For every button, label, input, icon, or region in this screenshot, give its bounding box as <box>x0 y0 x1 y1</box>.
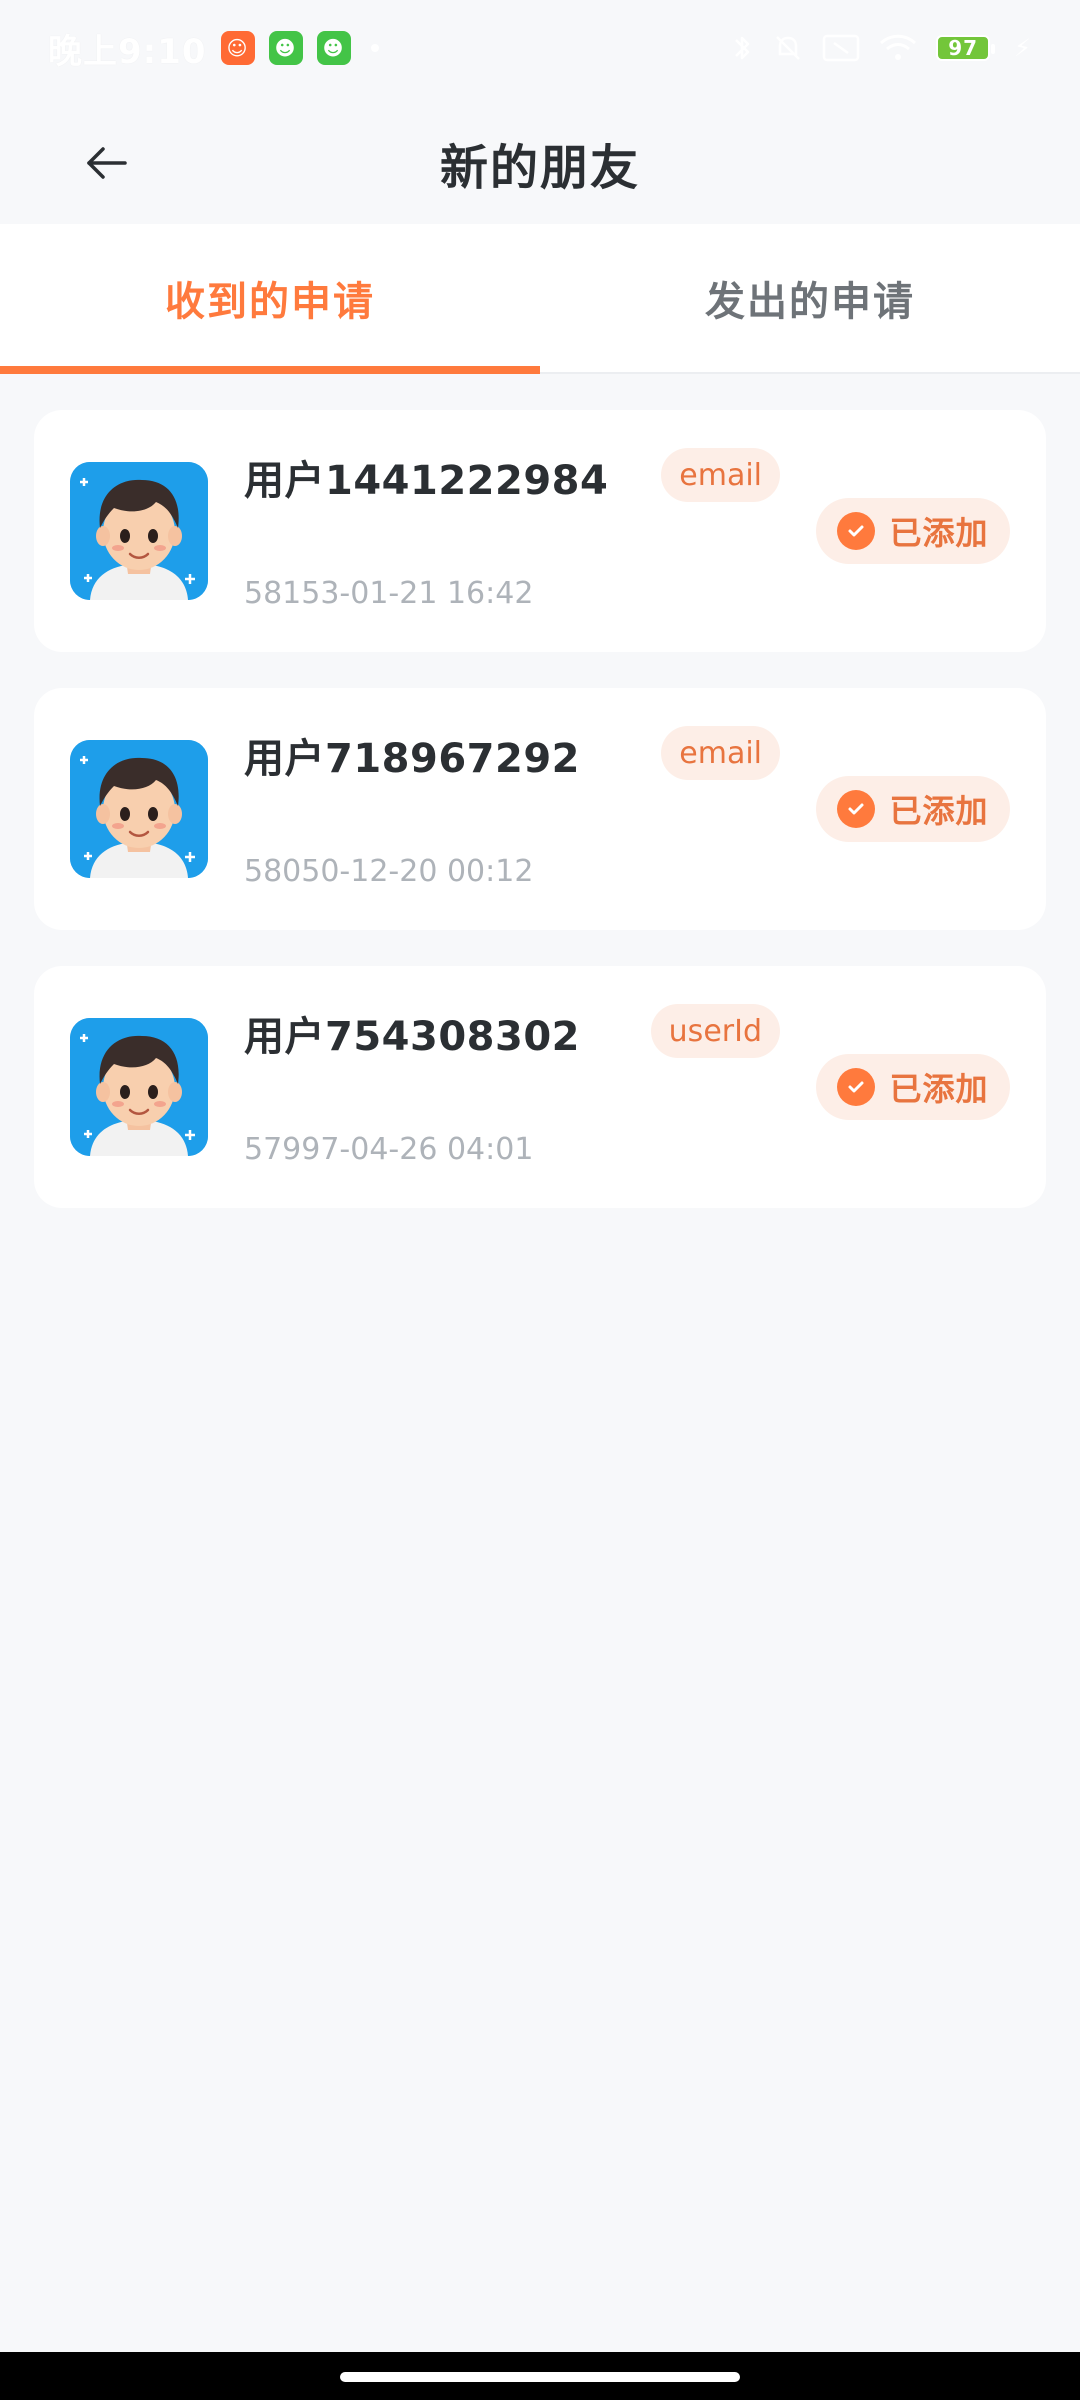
source-tag: userId <box>650 1004 780 1058</box>
request-time: 57997-04-26 04:01 <box>244 1132 534 1167</box>
page-title: 新的朋友 <box>439 140 640 196</box>
notification-app-icon: ☻ <box>316 31 351 65</box>
user-name: 用户754308302 <box>244 1014 580 1060</box>
avatar <box>70 1018 208 1156</box>
charging-icon: ⚡ <box>1014 34 1032 62</box>
request-tabs: 收到的申请 发出的申请 <box>0 224 1080 374</box>
more-notifications-dot <box>370 44 379 52</box>
list-item[interactable]: 用户754308302 userId 57997-04-26 04:01 已添加 <box>34 966 1046 1208</box>
list-item[interactable]: 用户718967292 email 58050-12-20 00:12 已添加 <box>34 688 1046 930</box>
source-tag: email <box>661 448 780 502</box>
avatar-image <box>70 740 208 878</box>
check-circle-icon <box>837 1068 876 1106</box>
tab-received-requests[interactable]: 收到的申请 <box>0 224 540 374</box>
status-left: 晚上9:10 ☺ ☻ ☻ <box>48 24 379 73</box>
added-status-button[interactable]: 已添加 <box>816 498 1010 564</box>
request-time: 58050-12-20 00:12 <box>244 854 534 889</box>
added-label: 已添加 <box>889 514 989 552</box>
user-name: 用户1441222984 <box>244 458 609 504</box>
user-name: 用户718967292 <box>244 736 580 782</box>
status-time: 晚上9:10 <box>48 31 207 72</box>
added-status-button[interactable]: 已添加 <box>816 1054 1010 1120</box>
added-status-button[interactable]: 已添加 <box>816 776 1010 842</box>
avatar-image <box>70 462 208 600</box>
header: 新的朋友 <box>0 104 1080 222</box>
avatar <box>70 740 208 878</box>
check-circle-icon <box>837 512 876 550</box>
list-item[interactable]: 用户1441222984 email 58153-01-21 16:42 已添加 <box>34 410 1046 652</box>
avatar-image <box>70 1018 208 1156</box>
request-list: 用户1441222984 email 58153-01-21 16:42 已添加 <box>34 410 1046 1244</box>
home-indicator[interactable] <box>340 2372 740 2382</box>
wifi-icon <box>878 33 918 63</box>
bluetooth-icon <box>732 32 754 64</box>
tab-sent-requests[interactable]: 发出的申请 <box>540 224 1080 372</box>
avatar <box>70 462 208 600</box>
notification-app-icon: ☻ <box>268 31 303 65</box>
added-label: 已添加 <box>889 792 989 830</box>
status-right: 97 ⚡ <box>732 32 1032 64</box>
status-bar: 晚上9:10 ☺ ☻ ☻ 97 ⚡ <box>0 0 1080 96</box>
notification-app-icon: ☺ <box>220 31 255 65</box>
source-tag: email <box>661 726 780 780</box>
battery-icon: 97 <box>936 35 996 61</box>
sim-card-icon <box>822 33 860 63</box>
system-nav-bar <box>0 2352 1080 2400</box>
request-time: 58153-01-21 16:42 <box>244 576 534 611</box>
back-button[interactable] <box>70 126 144 200</box>
mute-bell-icon <box>772 32 804 64</box>
check-circle-icon <box>837 790 876 828</box>
arrow-left-icon <box>87 147 127 179</box>
added-label: 已添加 <box>889 1070 989 1108</box>
